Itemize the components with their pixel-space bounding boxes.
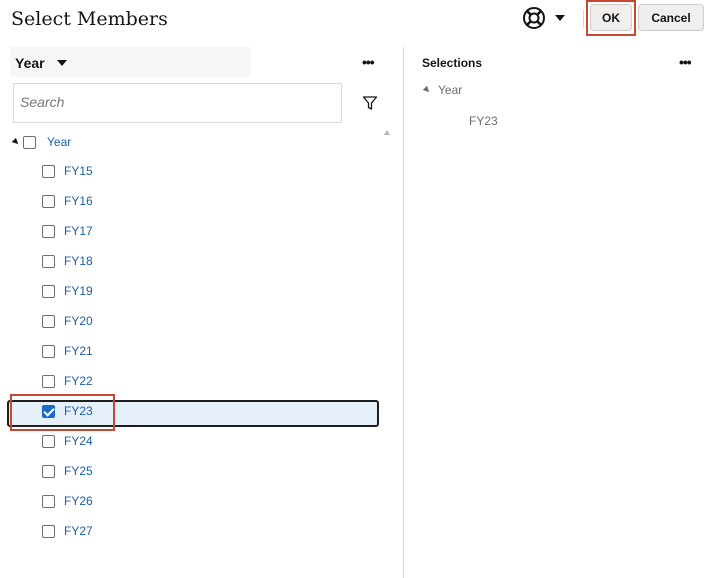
selections-title: Selections: [422, 56, 483, 70]
selection-item[interactable]: FY23: [469, 114, 498, 128]
dimension-label[interactable]: Year: [15, 55, 45, 71]
member-label[interactable]: FY15: [64, 164, 93, 178]
expand-triangle-icon[interactable]: [11, 137, 21, 147]
dialog-title: Select Members: [11, 8, 168, 30]
member-label[interactable]: FY20: [64, 314, 93, 328]
chevron-down-icon[interactable]: [57, 60, 67, 66]
member-row-fy26[interactable]: FY26: [42, 491, 93, 511]
scroll-up-arrow[interactable]: [384, 130, 390, 135]
member-row-fy22[interactable]: FY22: [42, 371, 93, 391]
expand-triangle-icon[interactable]: [422, 85, 432, 95]
checkbox[interactable]: [42, 434, 55, 448]
fy23-callout-highlight: [10, 394, 115, 431]
selections-group-year[interactable]: Year: [422, 83, 463, 97]
search-field[interactable]: [13, 83, 342, 123]
member-label[interactable]: FY22: [64, 374, 93, 388]
dimension-selector[interactable]: [10, 47, 250, 77]
checkbox[interactable]: [42, 164, 55, 178]
member-row-fy16[interactable]: FY16: [42, 191, 93, 211]
tree-root-label[interactable]: Year: [47, 135, 71, 149]
checkbox[interactable]: [42, 284, 55, 298]
checkbox[interactable]: [42, 464, 55, 478]
member-label[interactable]: FY16: [64, 194, 93, 208]
checkbox[interactable]: [42, 194, 55, 208]
checkbox[interactable]: [42, 524, 55, 538]
panel-divider: [403, 47, 404, 578]
selections-more-button[interactable]: •••: [679, 54, 692, 70]
filter-icon[interactable]: [362, 95, 378, 116]
member-label[interactable]: FY27: [64, 524, 93, 538]
checkbox[interactable]: [42, 344, 55, 358]
member-label[interactable]: FY21: [64, 344, 93, 358]
member-row-fy20[interactable]: FY20: [42, 311, 93, 331]
member-row-fy15[interactable]: FY15: [42, 161, 93, 181]
member-row-fy24[interactable]: FY24: [42, 431, 93, 451]
checkbox[interactable]: [42, 314, 55, 328]
ok-button-highlight: [586, 0, 636, 36]
help-menu[interactable]: [522, 7, 568, 29]
checkbox[interactable]: [42, 254, 55, 268]
lifebuoy-icon: [522, 6, 546, 30]
selections-group-label: Year: [438, 83, 463, 97]
member-label[interactable]: FY26: [64, 494, 93, 508]
member-row-fy27[interactable]: FY27: [42, 521, 93, 541]
toolbar-divider: [583, 10, 584, 28]
member-label[interactable]: FY25: [64, 464, 93, 478]
checkbox[interactable]: [42, 224, 55, 238]
member-row-fy18[interactable]: FY18: [42, 251, 93, 271]
member-label[interactable]: FY19: [64, 284, 93, 298]
member-row-fy25[interactable]: FY25: [42, 461, 93, 481]
member-row-fy19[interactable]: FY19: [42, 281, 93, 301]
cancel-button[interactable]: Cancel: [638, 4, 704, 31]
checkbox[interactable]: [42, 494, 55, 508]
tree-root-year[interactable]: Year: [11, 132, 71, 152]
checkbox[interactable]: [23, 135, 36, 149]
member-label[interactable]: FY18: [64, 254, 93, 268]
member-label[interactable]: FY17: [64, 224, 93, 238]
chevron-down-icon: [555, 14, 565, 22]
member-label[interactable]: FY24: [64, 434, 93, 448]
member-row-fy21[interactable]: FY21: [42, 341, 93, 361]
members-more-button[interactable]: •••: [362, 54, 375, 70]
search-input[interactable]: [14, 84, 326, 120]
checkbox[interactable]: [42, 374, 55, 388]
member-row-fy17[interactable]: FY17: [42, 221, 93, 241]
